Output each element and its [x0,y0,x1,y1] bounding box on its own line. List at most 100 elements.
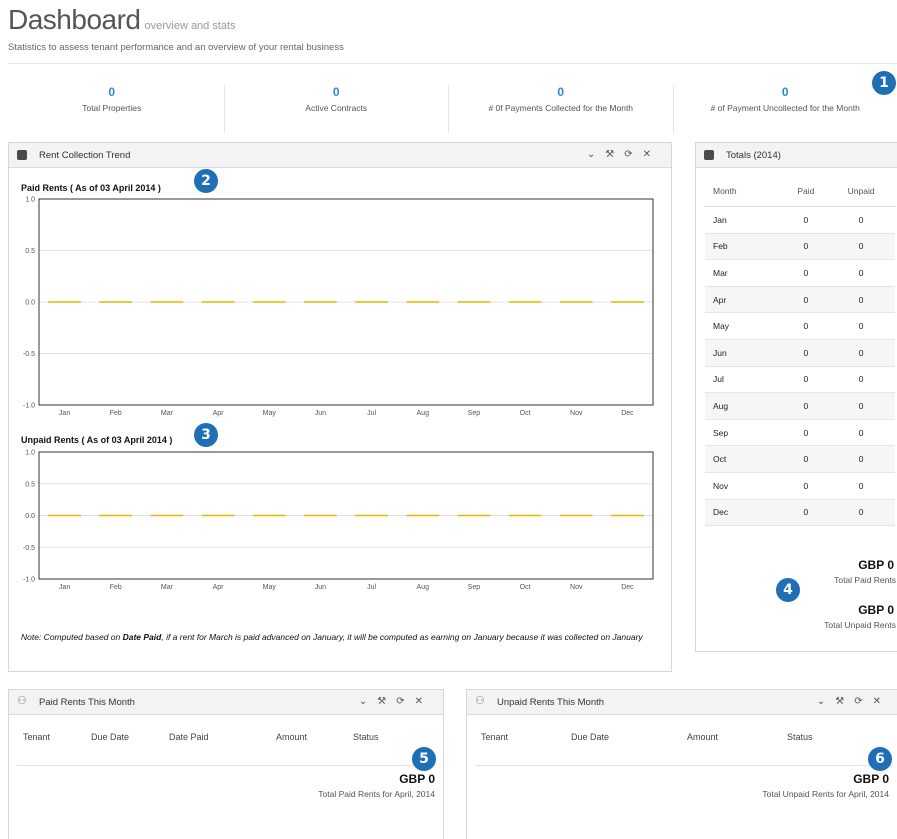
table-row: Sep 0 0 [705,419,895,447]
total-paid-month-value: GBP 0 [399,772,435,786]
table-row: Mar 0 0 [705,259,895,287]
column-header: Due Date [571,732,610,742]
table-cell: Sep [705,419,785,447]
table-row: Nov 0 0 [705,472,895,500]
x-tick-label: May [263,584,277,591]
totals-widget: Totals (2014) Month Paid Unpaid Jan 0 0 Feb… [695,142,897,652]
stat-label: Active Contracts [305,103,368,113]
table-cell: 0 [827,259,895,287]
table-cell: Nov [705,472,785,500]
table-cell: Jul [705,366,785,394]
page-title-text: Dashboard [8,4,141,35]
expand-icon[interactable] [704,150,714,160]
close-icon[interactable]: ✕ [415,696,433,707]
x-tick-label: Jun [315,410,326,417]
total-unpaid-label: Total Unpaid Rents [824,620,896,630]
table-cell: 0 [827,233,895,261]
y-tick-label: 1.0 [25,197,35,204]
x-tick-label: Feb [110,410,122,417]
widget-header: ⚇ Paid Rents This Month ⌄⚒⟳✕ [9,690,443,715]
y-tick-label: 0.5 [25,481,35,488]
column-header: Status [353,732,379,742]
users-icon: ⚇ [17,695,27,707]
refresh-icon[interactable]: ⟳ [396,696,414,707]
table-cell: Jun [705,339,785,367]
table-cell: Mar [705,259,785,287]
x-tick-label: Dec [621,410,634,417]
total-paid-month-label: Total Paid Rents for April, 2014 [318,789,435,799]
table-cell: Apr [705,286,785,314]
table-cell: 0 [784,419,828,447]
total-paid-label: Total Paid Rents [834,575,896,585]
page-subtitle: overview and stats [144,20,236,32]
stat-payments-uncollected: 0 # of Payment Uncollected for the Month [674,85,897,133]
unpaid-rents-month-widget: ⚇ Unpaid Rents This Month ⌄⚒⟳✕ Tenant Du… [466,689,897,839]
table-cell: 0 [827,312,895,340]
wrench-icon[interactable]: ⚒ [605,149,624,160]
y-tick-label: -0.5 [23,351,35,358]
x-tick-label: Aug [417,410,430,417]
close-icon[interactable]: ✕ [643,149,661,160]
total-unpaid-value: GBP 0 [858,603,894,617]
y-tick-label: 0.5 [25,248,35,255]
total-unpaid-month-label: Total Unpaid Rents for April, 2014 [762,789,889,799]
chevron-down-icon[interactable]: ⌄ [587,149,605,160]
expand-icon[interactable] [17,150,27,160]
column-header: Date Paid [169,732,209,742]
stat-payments-collected: 0 # 0f Payments Collected for the Month [449,85,674,133]
table-cell: Oct [705,445,785,473]
wrench-icon[interactable]: ⚒ [835,696,854,707]
users-icon: ⚇ [475,695,485,707]
y-tick-label: 0.0 [25,513,35,520]
widget-title: Paid Rents This Month [39,697,135,708]
table-cell: 0 [784,445,828,473]
table-cell: 0 [827,445,895,473]
table-header-row: Month Paid Unpaid [705,183,895,207]
widget-title: Unpaid Rents This Month [497,697,605,708]
column-header: Paid [784,183,828,207]
table-cell: 0 [784,339,828,367]
table-cell: 0 [784,206,828,234]
chart-title-unpaid: Unpaid Rents ( As of 03 April 2014 ) [21,435,173,445]
chevron-down-icon[interactable]: ⌄ [359,696,377,707]
x-tick-label: Oct [520,584,531,591]
stat-active-contracts: 0 Active Contracts [225,85,449,133]
x-tick-label: Sep [468,584,481,591]
annotation-badge-6: 6 [868,747,892,771]
table-cell: 0 [784,366,828,394]
y-tick-label: -1.0 [23,577,35,584]
table-cell: 0 [827,499,895,527]
column-header: Unpaid [827,183,895,207]
x-tick-label: Nov [570,410,583,417]
table-row: Aug 0 0 [705,392,895,420]
table-cell: 0 [784,259,828,287]
x-tick-label: Jul [367,410,376,417]
total-unpaid-month-value: GBP 0 [853,772,889,786]
table-row: Jul 0 0 [705,366,895,394]
widget-header: ⚇ Unpaid Rents This Month ⌄⚒⟳✕ [467,690,897,715]
table-cell: 0 [827,286,895,314]
table-cell: 0 [784,233,828,261]
table-row: May 0 0 [705,312,895,340]
refresh-icon[interactable]: ⟳ [624,149,642,160]
x-tick-label: Mar [161,584,174,591]
wrench-icon[interactable]: ⚒ [377,696,396,707]
widget-header: Rent Collection Trend ⌄⚒⟳✕ [9,143,671,168]
stat-label: # of Payment Uncollected for the Month [710,103,860,113]
chevron-down-icon[interactable]: ⌄ [817,696,835,707]
note-prefix: Note: Computed based on [21,632,123,642]
column-header: Status [787,732,813,742]
refresh-icon[interactable]: ⟳ [854,696,872,707]
x-tick-label: Apr [213,410,225,417]
table-cell: 0 [784,472,828,500]
close-icon[interactable]: ✕ [873,696,891,707]
widget-title: Totals (2014) [726,150,781,161]
note-bold: Date Paid [122,632,162,642]
divider [475,765,893,766]
rent-collection-trend-widget: Rent Collection Trend ⌄⚒⟳✕ Paid Rents ( … [8,142,672,672]
annotation-badge-5: 5 [412,747,436,771]
table-row: Oct 0 0 [705,445,895,473]
table-row: Feb 0 0 [705,233,895,261]
paid-rents-chart: 1.0 0.5 0.0 -0.5 -1.0 Jan Feb Mar Apr May Jun Jul Au… [23,197,654,417]
x-tick-label: Apr [213,584,225,591]
